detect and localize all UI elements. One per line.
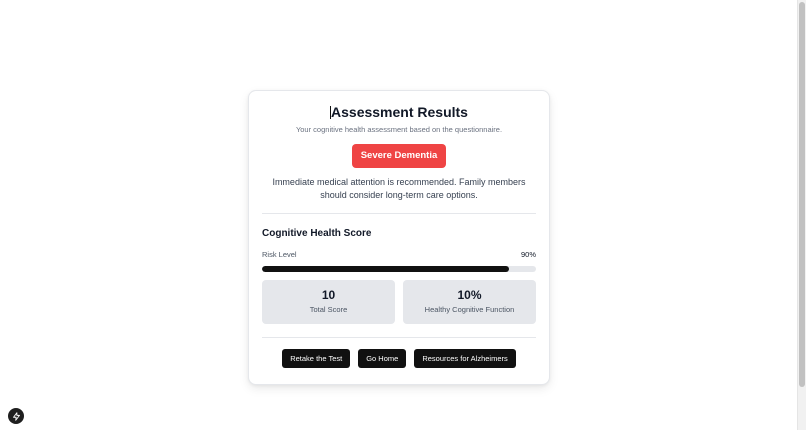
page-viewport: Assessment Results Your cognitive health… xyxy=(0,0,806,430)
risk-progress-bar xyxy=(262,266,536,272)
score-section-title: Cognitive Health Score xyxy=(262,228,372,239)
page-subtitle: Your cognitive health assessment based o… xyxy=(295,125,503,134)
retake-test-button[interactable]: Retake the Test xyxy=(282,349,351,368)
badge-row: Severe Dementia xyxy=(262,144,536,168)
action-buttons: Retake the Test Go Home Resources for Al… xyxy=(262,349,536,368)
results-card: Assessment Results Your cognitive health… xyxy=(248,90,550,385)
resources-button[interactable]: Resources for Alzheimers xyxy=(414,349,516,368)
risk-level-label: Risk Level xyxy=(262,250,297,259)
total-score-value: 10 xyxy=(321,288,336,302)
recommendation-message: Immediate medical attention is recommend… xyxy=(272,177,526,200)
healthy-function-value: 10% xyxy=(457,288,482,302)
diagnosis-badge: Severe Dementia xyxy=(351,144,447,168)
healthy-function-card: 10% Healthy Cognitive Function xyxy=(403,280,536,324)
total-score-card: 10 Total Score xyxy=(262,280,395,324)
risk-level-value: 90% xyxy=(520,250,536,259)
vertical-scrollbar[interactable] xyxy=(797,0,806,430)
page-title-text: Assessment Results xyxy=(331,104,468,120)
go-home-button[interactable]: Go Home xyxy=(358,349,407,368)
page-title: Assessment Results xyxy=(262,104,536,121)
scrollbar-thumb[interactable] xyxy=(799,2,805,387)
divider xyxy=(262,337,536,338)
bolt-icon xyxy=(12,411,20,421)
risk-progress-fill xyxy=(262,266,509,272)
stats-grid: 10 Total Score 10% Healthy Cognitive Fun… xyxy=(262,280,536,324)
risk-level-row: Risk Level 90% xyxy=(262,250,536,259)
total-score-label: Total Score xyxy=(309,305,348,314)
floating-action-button[interactable] xyxy=(8,408,24,424)
divider xyxy=(262,213,536,214)
healthy-function-label: Healthy Cognitive Function xyxy=(424,305,515,314)
